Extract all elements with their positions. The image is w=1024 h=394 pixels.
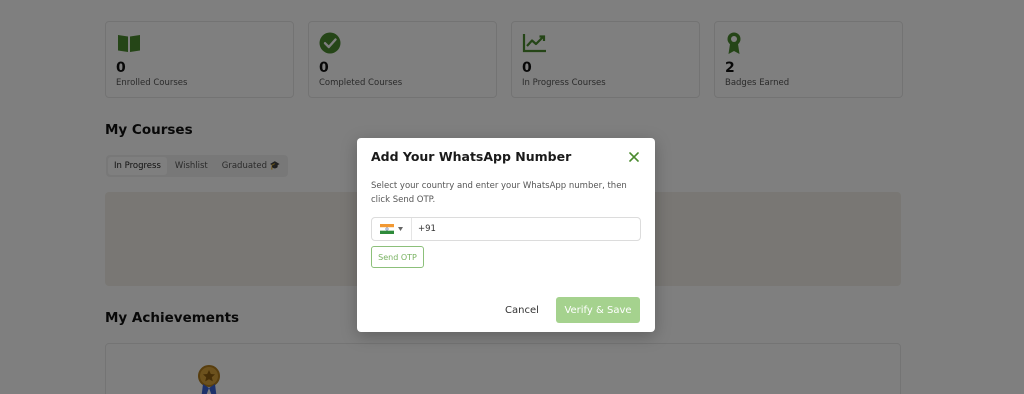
cancel-button[interactable]: Cancel	[497, 297, 547, 323]
dialog-description: Select your country and enter your Whats…	[371, 181, 627, 205]
country-selector[interactable]	[372, 218, 412, 240]
chevron-down-icon	[398, 227, 403, 231]
india-flag-icon	[380, 224, 394, 234]
verify-save-button[interactable]: Verify & Save	[556, 297, 640, 323]
phone-input[interactable]	[412, 224, 632, 234]
dialog-title: Add Your WhatsApp Number	[371, 149, 572, 164]
send-otp-button[interactable]: Send OTP	[371, 246, 424, 268]
close-icon[interactable]	[627, 150, 641, 164]
phone-number-field	[371, 217, 641, 241]
whatsapp-number-dialog: Add Your WhatsApp Number Select your cou…	[357, 138, 655, 332]
